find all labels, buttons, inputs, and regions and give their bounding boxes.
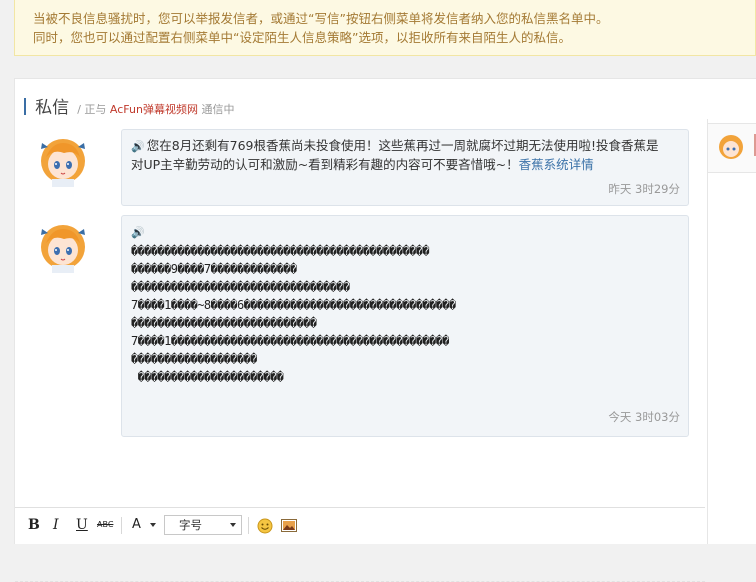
italic-button[interactable]: I	[53, 517, 59, 533]
site-name-link[interactable]: AcFun弹幕视频网	[110, 103, 198, 116]
font-size-label: 字号	[179, 518, 202, 532]
chevron-down-icon	[230, 523, 236, 527]
message-bubble: 🔊 您在8月还剩有769根香蕉尚未投食使用！这些蕉再过一周就腐坏过期无法使用啦!投…	[121, 129, 689, 206]
speaker-icon: 🔊	[131, 226, 145, 239]
avatar[interactable]	[34, 217, 92, 273]
banana-system-details-link[interactable]: 香蕉系统详情	[519, 157, 594, 172]
toolbar-divider	[121, 517, 122, 534]
notice-line-2: 同时，您也可以通过配置右侧菜单中“设定陌生人信息策略”选项，以拒收所有来自陌生人…	[33, 30, 571, 45]
title-accent-bar	[24, 98, 26, 115]
bold-button[interactable]: B	[28, 517, 40, 533]
image-icon[interactable]	[281, 519, 297, 533]
font-size-select[interactable]: 字号	[164, 515, 242, 535]
notice-line-1: 当被不良信息骚扰时，您可以举报发信者，或通过“写信”按钮右侧菜单将发信者纳入您的…	[33, 11, 609, 26]
message-text-line-1: 您在8月还剩有769根香蕉尚未投食使用！这些蕉再过一周就腐坏过期无法使用啦!投食…	[146, 138, 659, 153]
subtitle-prefix: / 正与	[77, 103, 107, 116]
font-color-caret-icon[interactable]	[150, 523, 156, 527]
toolbar-divider	[248, 517, 249, 534]
conversation-panel: 私信 / 正与 AcFun弹幕视频网 通信中 🔊 您在8月还剩有769根香蕉尚未…	[14, 78, 756, 582]
strikethrough-button[interactable]: ABC	[97, 520, 113, 529]
notice-banner: 当被不良信息骚扰时，您可以举报发信者，或通过“写信”按钮右侧菜单将发信者纳入您的…	[14, 0, 756, 56]
message-timestamp: 昨天 3时29分	[608, 182, 680, 196]
avatar[interactable]	[34, 131, 92, 187]
message-bubble: 🔊 ��������������������������������������…	[121, 215, 689, 437]
garbled-line-6: 7����1����������������������������������…	[131, 334, 450, 348]
contact-card[interactable]	[707, 123, 756, 173]
editor-toolbar: B I U ABC A 字号	[15, 507, 705, 544]
message-list[interactable]: 🔊 您在8月还剩有769根香蕉尚未投食使用！这些蕉再过一周就腐坏过期无法使用啦!投…	[15, 119, 708, 582]
anime-avatar-icon	[34, 131, 92, 187]
subtitle-suffix: 通信中	[201, 103, 235, 116]
garbled-line-2: ������9����7�������������	[131, 262, 297, 276]
message-timestamp: 今天 3时03分	[608, 410, 680, 424]
emoji-icon[interactable]	[257, 518, 273, 534]
message-text-line-2: 对UP主辛勤劳动的认可和激励~看到精彩有趣的内容可不要吝惜哦~！	[131, 157, 519, 172]
underline-button[interactable]: U	[76, 517, 88, 533]
garbled-line-5: ����������������������������	[131, 316, 317, 330]
font-color-button[interactable]: A	[132, 517, 141, 532]
garbled-line-1: ����������������������������������������…	[131, 244, 430, 258]
speaker-icon: 🔊	[131, 140, 145, 153]
conversation-subtitle: / 正与 AcFun弹幕视频网 通信中	[77, 103, 234, 116]
garbled-line-4: 7����1����~8����6�����������������������…	[131, 298, 456, 312]
contact-avatar-icon	[719, 135, 743, 159]
garbled-line-3: ���������������������������������	[131, 280, 350, 294]
page-title-row: 私信 / 正与 AcFun弹幕视频网 通信中	[24, 93, 234, 118]
page-title: 私信	[35, 98, 70, 118]
anime-avatar-icon	[34, 217, 92, 273]
garbled-line-7: �������������������	[131, 352, 257, 366]
garbled-line-9: ����������������������	[131, 370, 284, 384]
